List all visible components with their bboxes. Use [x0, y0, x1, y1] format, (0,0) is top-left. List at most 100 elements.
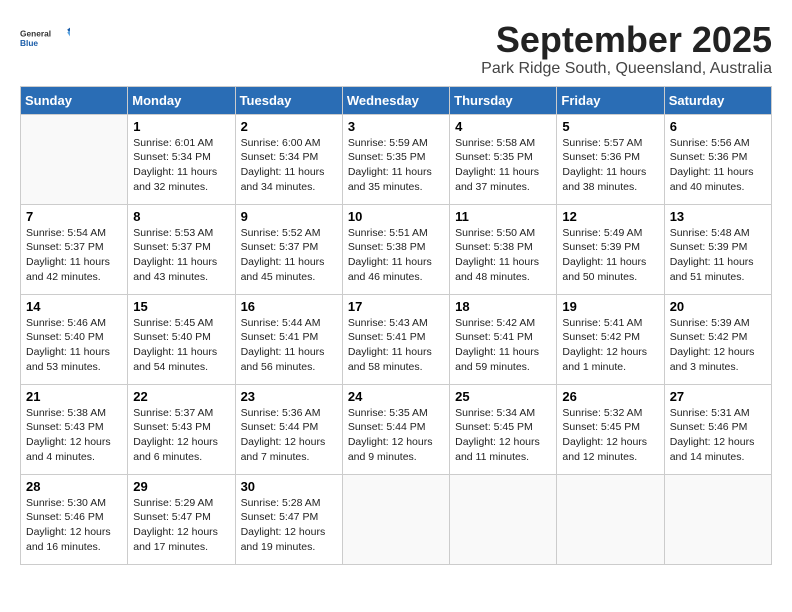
day-info: Sunrise: 5:39 AM Sunset: 5:42 PM Dayligh… [670, 316, 766, 375]
day-info: Sunrise: 5:42 AM Sunset: 5:41 PM Dayligh… [455, 316, 551, 375]
day-info: Sunrise: 5:56 AM Sunset: 5:36 PM Dayligh… [670, 136, 766, 195]
day-number: 22 [133, 389, 229, 404]
day-number: 9 [241, 209, 337, 224]
day-info: Sunrise: 5:54 AM Sunset: 5:37 PM Dayligh… [26, 226, 122, 285]
logo-svg: General Blue [20, 20, 70, 56]
day-info: Sunrise: 5:53 AM Sunset: 5:37 PM Dayligh… [133, 226, 229, 285]
day-info: Sunrise: 5:44 AM Sunset: 5:41 PM Dayligh… [241, 316, 337, 375]
calendar-cell: 17 Sunrise: 5:43 AM Sunset: 5:41 PM Dayli… [342, 294, 449, 384]
day-info: Sunrise: 5:58 AM Sunset: 5:35 PM Dayligh… [455, 136, 551, 195]
day-number: 28 [26, 479, 122, 494]
day-info: Sunrise: 5:29 AM Sunset: 5:47 PM Dayligh… [133, 496, 229, 555]
day-info: Sunrise: 5:32 AM Sunset: 5:45 PM Dayligh… [562, 406, 658, 465]
day-number: 3 [348, 119, 444, 134]
calendar-cell: 22 Sunrise: 5:37 AM Sunset: 5:43 PM Dayli… [128, 384, 235, 474]
calendar-cell: 18 Sunrise: 5:42 AM Sunset: 5:41 PM Dayli… [450, 294, 557, 384]
day-info: Sunrise: 5:49 AM Sunset: 5:39 PM Dayligh… [562, 226, 658, 285]
weekday-header-monday: Monday [128, 86, 235, 114]
calendar-cell: 16 Sunrise: 5:44 AM Sunset: 5:41 PM Dayli… [235, 294, 342, 384]
day-info: Sunrise: 5:59 AM Sunset: 5:35 PM Dayligh… [348, 136, 444, 195]
calendar-cell: 4 Sunrise: 5:58 AM Sunset: 5:35 PM Daylig… [450, 114, 557, 204]
day-number: 29 [133, 479, 229, 494]
calendar-cell: 9 Sunrise: 5:52 AM Sunset: 5:37 PM Daylig… [235, 204, 342, 294]
calendar-cell: 7 Sunrise: 5:54 AM Sunset: 5:37 PM Daylig… [21, 204, 128, 294]
day-info: Sunrise: 5:34 AM Sunset: 5:45 PM Dayligh… [455, 406, 551, 465]
day-number: 25 [455, 389, 551, 404]
day-number: 8 [133, 209, 229, 224]
calendar-cell: 26 Sunrise: 5:32 AM Sunset: 5:45 PM Dayli… [557, 384, 664, 474]
day-number: 2 [241, 119, 337, 134]
day-number: 14 [26, 299, 122, 314]
day-number: 26 [562, 389, 658, 404]
weekday-header-sunday: Sunday [21, 86, 128, 114]
calendar-cell: 30 Sunrise: 5:28 AM Sunset: 5:47 PM Dayli… [235, 474, 342, 564]
calendar-cell: 24 Sunrise: 5:35 AM Sunset: 5:44 PM Dayli… [342, 384, 449, 474]
calendar-cell: 6 Sunrise: 5:56 AM Sunset: 5:36 PM Daylig… [664, 114, 771, 204]
calendar-table: SundayMondayTuesdayWednesdayThursdayFrid… [20, 86, 772, 565]
weekday-header-saturday: Saturday [664, 86, 771, 114]
calendar-cell: 11Sunrise: 5:50 AM Sunset: 5:38 PM Dayli… [450, 204, 557, 294]
calendar-cell: 25 Sunrise: 5:34 AM Sunset: 5:45 PM Dayli… [450, 384, 557, 474]
calendar-cell: 5 Sunrise: 5:57 AM Sunset: 5:36 PM Daylig… [557, 114, 664, 204]
calendar-cell: 29 Sunrise: 5:29 AM Sunset: 5:47 PM Dayli… [128, 474, 235, 564]
day-number: 5 [562, 119, 658, 134]
day-info: Sunrise: 5:35 AM Sunset: 5:44 PM Dayligh… [348, 406, 444, 465]
day-number: 7 [26, 209, 122, 224]
calendar-cell [557, 474, 664, 564]
calendar-cell: 3 Sunrise: 5:59 AM Sunset: 5:35 PM Daylig… [342, 114, 449, 204]
day-info: Sunrise: 5:48 AM Sunset: 5:39 PM Dayligh… [670, 226, 766, 285]
day-number: 6 [670, 119, 766, 134]
svg-text:General: General [20, 28, 51, 38]
calendar-cell: 2 Sunrise: 6:00 AM Sunset: 5:34 PM Daylig… [235, 114, 342, 204]
calendar-cell: 8 Sunrise: 5:53 AM Sunset: 5:37 PM Daylig… [128, 204, 235, 294]
day-number: 4 [455, 119, 551, 134]
day-info: Sunrise: 5:45 AM Sunset: 5:40 PM Dayligh… [133, 316, 229, 375]
day-number: 21 [26, 389, 122, 404]
svg-text:Blue: Blue [20, 38, 38, 48]
day-info: Sunrise: 5:28 AM Sunset: 5:47 PM Dayligh… [241, 496, 337, 555]
day-number: 18 [455, 299, 551, 314]
day-number: 17 [348, 299, 444, 314]
calendar-week-row: 14 Sunrise: 5:46 AM Sunset: 5:40 PM Dayli… [21, 294, 772, 384]
day-info: Sunrise: 5:38 AM Sunset: 5:43 PM Dayligh… [26, 406, 122, 465]
day-number: 27 [670, 389, 766, 404]
day-info: Sunrise: 5:37 AM Sunset: 5:43 PM Dayligh… [133, 406, 229, 465]
day-info: Sunrise: 6:00 AM Sunset: 5:34 PM Dayligh… [241, 136, 337, 195]
day-number: 15 [133, 299, 229, 314]
calendar-cell: 19Sunrise: 5:41 AM Sunset: 5:42 PM Dayli… [557, 294, 664, 384]
day-info: Sunrise: 6:01 AM Sunset: 5:34 PM Dayligh… [133, 136, 229, 195]
calendar-cell: 21 Sunrise: 5:38 AM Sunset: 5:43 PM Dayli… [21, 384, 128, 474]
day-number: 24 [348, 389, 444, 404]
weekday-header-thursday: Thursday [450, 86, 557, 114]
day-number: 30 [241, 479, 337, 494]
calendar-cell: 12Sunrise: 5:49 AM Sunset: 5:39 PM Dayli… [557, 204, 664, 294]
day-number: 13 [670, 209, 766, 224]
day-number: 23 [241, 389, 337, 404]
day-info: Sunrise: 5:46 AM Sunset: 5:40 PM Dayligh… [26, 316, 122, 375]
day-number: 10 [348, 209, 444, 224]
day-info: Sunrise: 5:36 AM Sunset: 5:44 PM Dayligh… [241, 406, 337, 465]
day-number: 16 [241, 299, 337, 314]
calendar-week-row: 1Sunrise: 6:01 AM Sunset: 5:34 PM Daylig… [21, 114, 772, 204]
calendar-cell: 1Sunrise: 6:01 AM Sunset: 5:34 PM Daylig… [128, 114, 235, 204]
day-info: Sunrise: 5:52 AM Sunset: 5:37 PM Dayligh… [241, 226, 337, 285]
calendar-cell: 20Sunrise: 5:39 AM Sunset: 5:42 PM Dayli… [664, 294, 771, 384]
day-info: Sunrise: 5:31 AM Sunset: 5:46 PM Dayligh… [670, 406, 766, 465]
month-title: September 2025 [481, 20, 772, 60]
day-info: Sunrise: 5:57 AM Sunset: 5:36 PM Dayligh… [562, 136, 658, 195]
calendar-cell [450, 474, 557, 564]
calendar-cell: 14 Sunrise: 5:46 AM Sunset: 5:40 PM Dayli… [21, 294, 128, 384]
weekday-header-friday: Friday [557, 86, 664, 114]
calendar-cell: 27 Sunrise: 5:31 AM Sunset: 5:46 PM Dayli… [664, 384, 771, 474]
calendar-header-row: SundayMondayTuesdayWednesdayThursdayFrid… [21, 86, 772, 114]
calendar-cell: 13 Sunrise: 5:48 AM Sunset: 5:39 PM Dayli… [664, 204, 771, 294]
day-info: Sunrise: 5:51 AM Sunset: 5:38 PM Dayligh… [348, 226, 444, 285]
title-section: September 2025 Park Ridge South, Queensl… [481, 20, 772, 78]
page-header: General Blue September 2025 Park Ridge S… [20, 20, 772, 78]
day-info: Sunrise: 5:41 AM Sunset: 5:42 PM Dayligh… [562, 316, 658, 375]
day-info: Sunrise: 5:43 AM Sunset: 5:41 PM Dayligh… [348, 316, 444, 375]
weekday-header-wednesday: Wednesday [342, 86, 449, 114]
calendar-cell [664, 474, 771, 564]
calendar-week-row: 21 Sunrise: 5:38 AM Sunset: 5:43 PM Dayli… [21, 384, 772, 474]
calendar-week-row: 28Sunrise: 5:30 AM Sunset: 5:46 PM Dayli… [21, 474, 772, 564]
